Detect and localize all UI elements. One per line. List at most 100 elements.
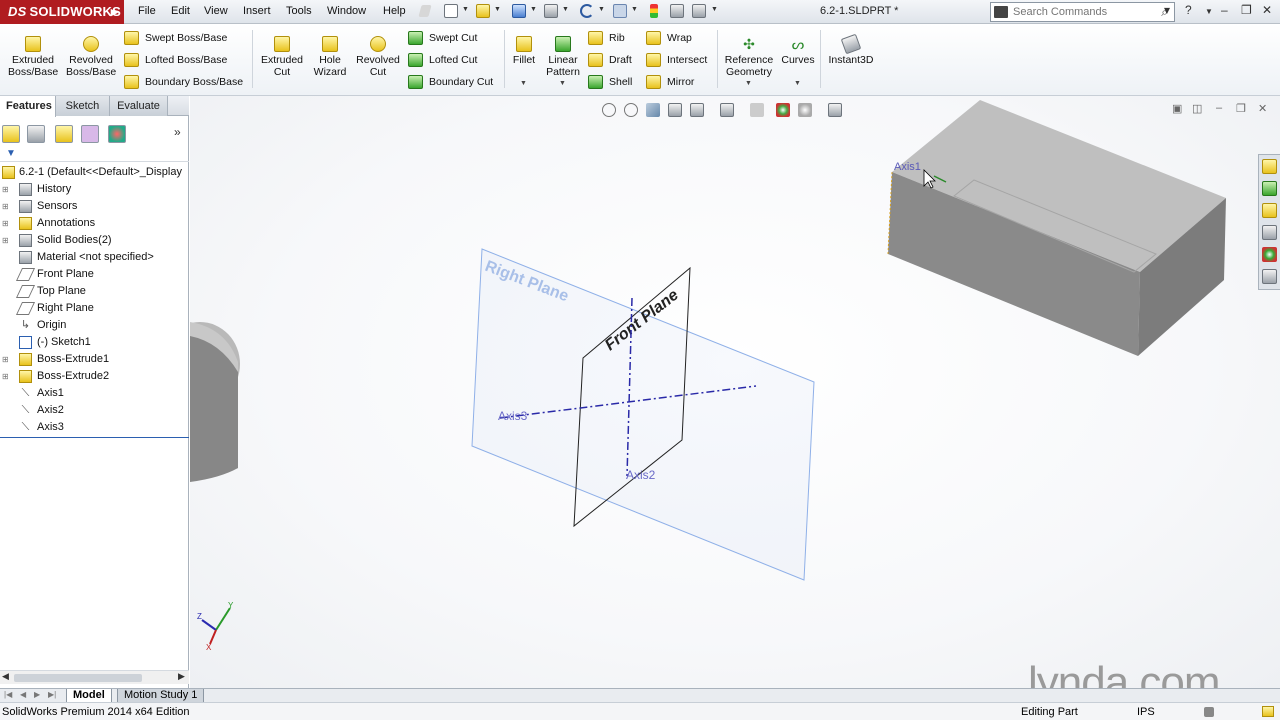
filter-icon[interactable]: ▼ bbox=[6, 148, 16, 159]
scroll-thumb[interactable] bbox=[14, 674, 142, 682]
chevron-down-icon[interactable]: ▼ bbox=[530, 6, 537, 13]
search-input[interactable] bbox=[1013, 5, 1153, 19]
lofted-cut-button[interactable]: Lofted Cut bbox=[408, 52, 477, 68]
display-style-icon[interactable] bbox=[720, 103, 734, 117]
section-view-icon[interactable] bbox=[668, 103, 682, 117]
chevron-down-icon[interactable]: ▼ bbox=[559, 80, 566, 87]
previous-tab-icon[interactable]: ◀ bbox=[20, 690, 26, 699]
apply-scene-icon[interactable] bbox=[798, 103, 812, 117]
expand-icon[interactable]: ⊞ bbox=[2, 232, 9, 249]
help-icon[interactable]: ? bbox=[1185, 3, 1192, 17]
chevron-down-icon[interactable]: ▼ bbox=[631, 6, 638, 13]
units-selector[interactable]: IPS bbox=[1137, 706, 1155, 718]
restore-icon[interactable]: ❐ bbox=[1236, 102, 1246, 115]
appearances-icon[interactable] bbox=[1262, 247, 1277, 262]
close-icon[interactable]: ✕ bbox=[1258, 102, 1267, 115]
boundary-cut-button[interactable]: Boundary Cut bbox=[408, 74, 493, 90]
print-icon[interactable] bbox=[544, 4, 558, 18]
hole-wizard-button[interactable]: Hole Wizard bbox=[309, 36, 351, 78]
view-settings-icon[interactable] bbox=[828, 103, 842, 117]
tab-evaluate[interactable]: Evaluate bbox=[110, 96, 168, 116]
next-tab-icon[interactable]: ▶ bbox=[34, 690, 40, 699]
curves-button[interactable]: ᔕ Curves bbox=[780, 36, 816, 66]
feature-manager-icon[interactable] bbox=[2, 125, 20, 143]
split-view-icon[interactable]: ◫ bbox=[1192, 102, 1202, 115]
tags-icon[interactable] bbox=[1262, 706, 1274, 717]
rib-button[interactable]: Rib bbox=[588, 30, 625, 46]
solidworks-resources-icon[interactable] bbox=[1262, 159, 1277, 174]
wrap-button[interactable]: Wrap bbox=[646, 30, 692, 46]
restore-icon[interactable]: ❐ bbox=[1241, 3, 1252, 17]
mirror-button[interactable]: Mirror bbox=[646, 74, 694, 90]
rebuild-icon[interactable] bbox=[650, 4, 658, 18]
chevron-down-icon[interactable]: ▼ bbox=[711, 6, 718, 13]
search-commands[interactable]: ⌕ bbox=[990, 2, 1175, 22]
solidworks-logo[interactable]: DS SOLIDWORKS ▶ bbox=[0, 0, 124, 24]
chevron-down-icon[interactable]: ▼ bbox=[1205, 7, 1213, 16]
reference-geometry-button[interactable]: ✣ Reference Geometry bbox=[722, 36, 776, 78]
intersect-button[interactable]: Intersect bbox=[646, 52, 707, 68]
view-orientation-icon[interactable] bbox=[690, 103, 704, 117]
swept-boss-button[interactable]: Swept Boss/Base bbox=[124, 30, 227, 46]
expand-icon[interactable]: ⊞ bbox=[2, 368, 9, 385]
configuration-manager-icon[interactable] bbox=[55, 125, 73, 143]
display-manager-icon[interactable] bbox=[108, 125, 126, 143]
minimize-icon[interactable]: – bbox=[1216, 102, 1222, 114]
menu-help[interactable]: Help bbox=[383, 5, 406, 17]
box-body[interactable] bbox=[887, 100, 1226, 356]
linear-pattern-button[interactable]: Linear Pattern bbox=[542, 36, 584, 78]
lofted-boss-button[interactable]: Lofted Boss/Base bbox=[124, 52, 227, 68]
chevron-down-icon[interactable]: ▼ bbox=[562, 6, 569, 13]
chevron-down-icon[interactable]: ▼ bbox=[745, 80, 752, 87]
revolved-boss-button[interactable]: Revolved Boss/Base bbox=[66, 36, 116, 78]
chevron-down-icon[interactable]: ▾ bbox=[1164, 3, 1170, 17]
dimxpert-manager-icon[interactable] bbox=[81, 125, 99, 143]
chevron-down-icon[interactable]: ▼ bbox=[520, 80, 527, 87]
expand-icon[interactable]: ⊞ bbox=[2, 181, 9, 198]
horizontal-scrollbar[interactable]: ◀ ▶ bbox=[0, 670, 189, 684]
revolved-cut-button[interactable]: Revolved Cut bbox=[355, 36, 401, 78]
menu-file[interactable]: File bbox=[138, 5, 156, 17]
close-icon[interactable]: ✕ bbox=[1262, 3, 1272, 17]
expand-icon[interactable]: ⊞ bbox=[2, 198, 9, 215]
draft-button[interactable]: Draft bbox=[588, 52, 632, 68]
previous-view-icon[interactable] bbox=[646, 103, 660, 117]
zoom-to-fit-icon[interactable] bbox=[602, 103, 616, 117]
hide-show-items-icon[interactable] bbox=[750, 103, 764, 117]
menu-view[interactable]: View bbox=[204, 5, 228, 17]
file-explorer-icon[interactable] bbox=[1262, 203, 1277, 218]
menu-edit[interactable]: Edit bbox=[171, 5, 190, 17]
save-icon[interactable] bbox=[512, 4, 526, 18]
expand-icon[interactable]: ⊞ bbox=[2, 215, 9, 232]
rebuild-status-icon[interactable] bbox=[1204, 707, 1214, 717]
view-palette-icon[interactable] bbox=[1262, 225, 1277, 240]
property-manager-icon[interactable] bbox=[27, 125, 45, 143]
tab-features[interactable]: Features bbox=[0, 96, 56, 117]
viewport-icon[interactable]: ▣ bbox=[1172, 102, 1182, 115]
shell-button[interactable]: Shell bbox=[588, 74, 632, 90]
chevron-down-icon[interactable]: ▼ bbox=[794, 80, 801, 87]
model-viewport[interactable]: Right Plane Front Plane Axis3 Axis2 Axis… bbox=[190, 96, 1280, 688]
fillet-button[interactable]: Fillet bbox=[509, 36, 539, 66]
tab-sketch[interactable]: Sketch bbox=[56, 96, 110, 116]
extruded-boss-button[interactable]: Extruded Boss/Base bbox=[8, 36, 58, 78]
edit-appearance-icon[interactable] bbox=[776, 103, 790, 117]
graphics-area[interactable]: Right Plane Front Plane Axis3 Axis2 Axis… bbox=[190, 96, 1280, 688]
expand-icon[interactable]: ⊞ bbox=[2, 351, 9, 368]
minimize-icon[interactable]: – bbox=[1221, 3, 1228, 17]
rollback-bar[interactable] bbox=[0, 437, 189, 438]
select-pointer-icon[interactable] bbox=[613, 4, 627, 18]
extruded-cut-button[interactable]: Extruded Cut bbox=[257, 36, 307, 78]
file-properties-icon[interactable] bbox=[670, 4, 684, 18]
tab-model[interactable]: Model bbox=[66, 689, 112, 703]
tree-filter[interactable]: ▼ bbox=[0, 146, 189, 162]
last-tab-icon[interactable]: ▶| bbox=[48, 690, 56, 699]
scroll-left-icon[interactable]: ◀ bbox=[2, 671, 9, 682]
new-document-icon[interactable] bbox=[444, 4, 458, 18]
chevron-down-icon[interactable]: ▼ bbox=[598, 6, 605, 13]
cylinder-body[interactable] bbox=[190, 322, 240, 482]
first-tab-icon[interactable]: |◀ bbox=[4, 690, 12, 699]
options-icon[interactable] bbox=[692, 4, 706, 18]
boundary-boss-button[interactable]: Boundary Boss/Base bbox=[124, 74, 243, 90]
menu-window[interactable]: Window bbox=[327, 5, 366, 17]
